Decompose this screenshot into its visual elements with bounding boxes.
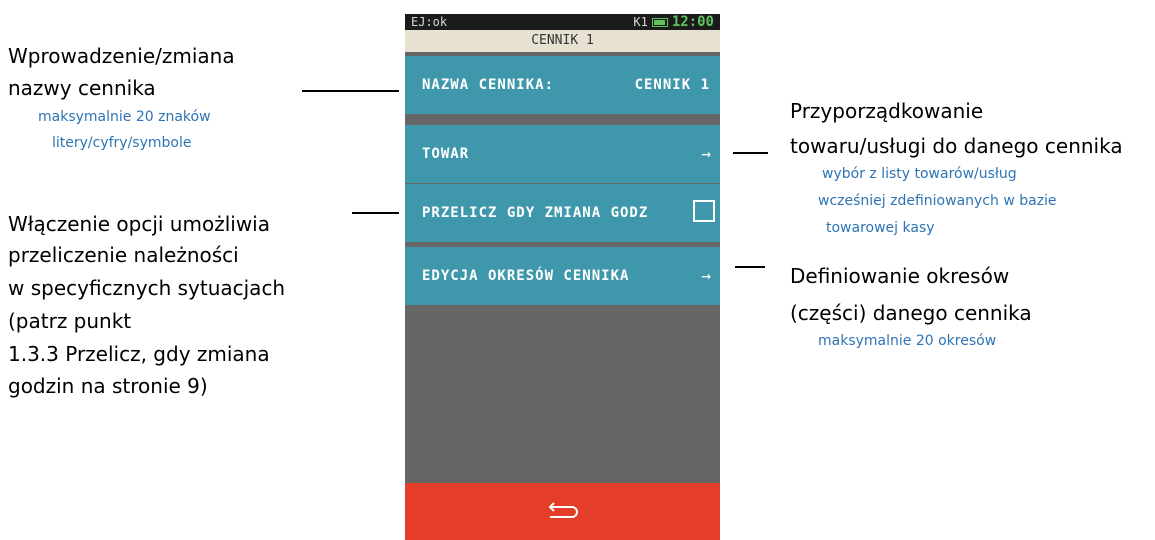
menu-item-value: CENNIK 1 — [634, 77, 710, 93]
status-bar: EJ:ok K1 12:00 — [405, 14, 720, 30]
leader-line — [302, 90, 399, 92]
clock: 12:00 — [671, 14, 714, 30]
leader-line — [735, 266, 765, 268]
annotation-sub: towarowej kasy — [826, 220, 935, 236]
menu-item-nazwa-cennika[interactable]: NAZWA CENNIKA: CENNIK 1 — [405, 56, 720, 114]
annotation-line: towaru/usługi do danego cennika — [790, 134, 1123, 158]
menu-item-przelicz[interactable]: PRZELICZ GDY ZMIANA GODZ — [405, 184, 720, 242]
annotation-line: w specyficznych sytuacjach — [8, 276, 286, 300]
back-arrow-icon — [548, 502, 578, 518]
menu-item-edycja-okresow[interactable]: EDYCJA OKRESÓW CENNIKA → — [405, 247, 720, 305]
annotation-sub: maksymalnie 20 znaków — [38, 109, 211, 125]
annotation-line: (patrz punkt — [8, 309, 132, 333]
back-button[interactable] — [405, 483, 720, 540]
screen-title: CENNIK 1 — [405, 30, 720, 52]
leader-line — [733, 152, 768, 154]
annotation-sub: wcześniej zdefiniowanych w bazie — [818, 193, 1057, 209]
annotation-sub: litery/cyfry/symbole — [52, 135, 192, 151]
arrow-right-icon: → — [701, 266, 712, 285]
annotation-sub: maksymalnie 20 okresów — [818, 333, 997, 349]
ej-status: EJ:ok — [411, 15, 448, 29]
menu-item-label: PRZELICZ GDY ZMIANA GODZ — [422, 205, 649, 221]
annotation-line: Przyporządkowanie — [790, 99, 984, 123]
annotation-line: Włączenie opcji umożliwia — [8, 212, 270, 236]
annotation-line: nazwy cennika — [8, 76, 156, 100]
leader-line — [352, 212, 399, 214]
annotation-line: 1.3.3 Przelicz, gdy zmiana — [8, 342, 270, 366]
battery-icon — [651, 17, 668, 27]
annotation-line: (części) danego cennika — [790, 301, 1032, 325]
k-indicator: K1 — [633, 15, 648, 29]
menu-item-towar[interactable]: TOWAR → — [405, 125, 720, 183]
device-screen: EJ:ok K1 12:00 CENNIK 1 NAZWA CENNIKA: C… — [405, 14, 720, 540]
menu-item-label: EDYCJA OKRESÓW CENNIKA — [422, 268, 630, 284]
arrow-right-icon: → — [701, 144, 712, 163]
annotation-line: Wprowadzenie/zmiana — [8, 44, 235, 68]
menu-item-label: NAZWA CENNIKA: — [422, 77, 555, 93]
annotation-line: przeliczenie należności — [8, 243, 239, 267]
annotation-line: godzin na stronie 9) — [8, 374, 208, 398]
annotation-sub: wybór z listy towarów/usług — [822, 166, 1017, 182]
annotation-line: Definiowanie okresów — [790, 264, 1010, 288]
menu-item-label: TOWAR — [422, 146, 470, 162]
przelicz-checkbox[interactable] — [693, 200, 715, 222]
